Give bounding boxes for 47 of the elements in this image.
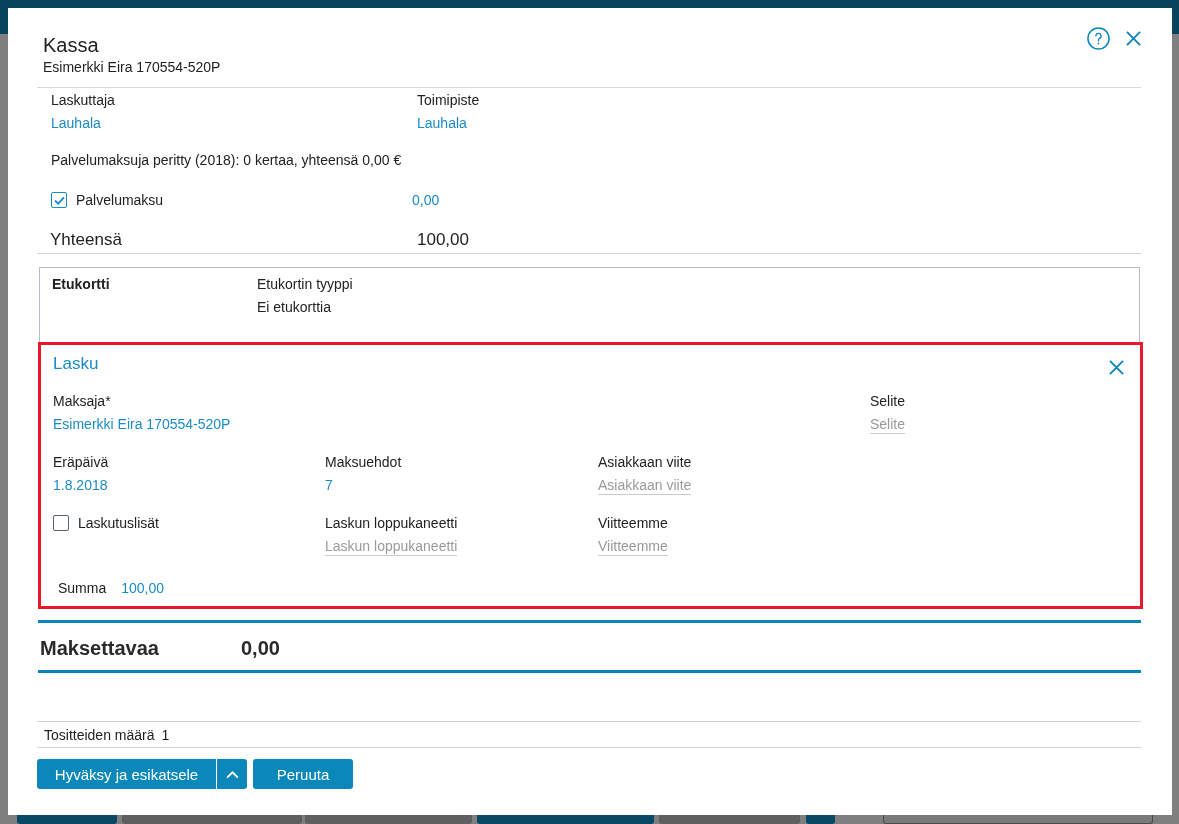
field-label: Selite	[870, 392, 906, 410]
checkbox-label: Laskutuslisät	[78, 514, 159, 532]
action-button[interactable]: Hyväksy ja esikatsele	[37, 759, 216, 789]
amount-due-label: Maksettavaa	[40, 636, 160, 661]
field-label: Laskun loppukaneetti	[325, 514, 458, 532]
amount-due-value: 0,00	[241, 636, 281, 661]
field-value: Ei etukorttia	[257, 298, 331, 316]
field-label: Laskuttaja	[51, 91, 115, 109]
field-label: Asiakkaan viite	[598, 453, 692, 471]
action-button[interactable]: Peruuta	[253, 759, 353, 789]
background-control	[806, 815, 835, 824]
dropdown-button[interactable]	[217, 759, 247, 789]
chevron-up-icon	[224, 769, 240, 779]
dialog-subtitle: Esimerkki Eira 170554-520P	[43, 58, 221, 76]
service-fee-note: Palvelumaksuja peritty (2018): 0 kertaa, yhteensä 0,00 €	[50, 151, 403, 169]
sum-value: 100,00	[121, 579, 165, 597]
dialog-title: Kassa	[43, 33, 100, 58]
total-label: Yhteensä	[50, 229, 123, 251]
field-label: Viitteemme	[598, 514, 668, 532]
total-value: 100,00	[417, 229, 470, 251]
input-field[interactable]: Selite	[870, 415, 906, 434]
field-value[interactable]: Lauhala	[51, 114, 101, 132]
close-icon[interactable]	[1126, 31, 1141, 46]
section-title: Etukortti	[52, 275, 111, 294]
voucher-count-value: 1	[161, 726, 170, 744]
input-field[interactable]: Asiakkaan viite	[598, 476, 692, 495]
checkbox-label: Palvelumaksu	[76, 191, 164, 209]
input-field[interactable]: Viitteemme	[598, 537, 668, 556]
checkbox[interactable]	[51, 192, 67, 208]
input-field[interactable]: Laskun loppukaneetti	[325, 537, 458, 556]
field-value[interactable]: 7	[325, 476, 333, 494]
voucher-count-label: Tositteiden määrä	[44, 726, 155, 744]
checkbox[interactable]	[53, 515, 69, 531]
check-icon	[53, 195, 65, 205]
field-label: Toimipiste	[417, 91, 480, 109]
sum-label: Summa	[58, 579, 107, 597]
field-value[interactable]: Esimerkki Eira 170554-520P	[53, 415, 231, 433]
field-value[interactable]: 1.8.2018	[53, 476, 108, 494]
help-icon[interactable]	[1087, 27, 1110, 50]
field-label: Maksaja*	[53, 392, 111, 410]
close-icon[interactable]	[1109, 360, 1124, 375]
field-value[interactable]: 0,00	[412, 191, 1141, 209]
field-label: Eräpäivä	[53, 453, 109, 471]
field-value[interactable]: Lauhala	[417, 114, 467, 132]
section-title: Lasku	[53, 352, 99, 375]
field-label: Etukortin tyyppi	[257, 275, 353, 293]
field-label: Maksuehdot	[325, 453, 402, 471]
